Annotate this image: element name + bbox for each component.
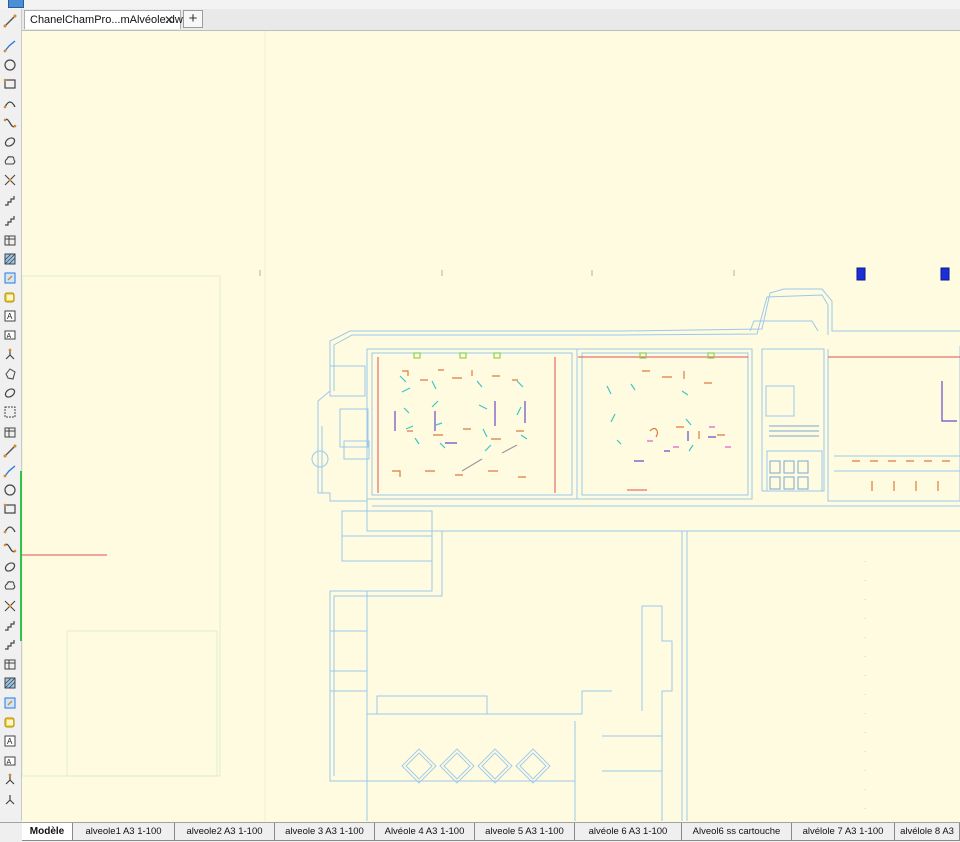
line-icon[interactable] xyxy=(3,444,17,458)
tree-icon[interactable] xyxy=(3,348,17,362)
spline-icon[interactable] xyxy=(3,116,17,130)
revision-cloud-icon[interactable] xyxy=(3,579,17,593)
mtext-icon[interactable]: A xyxy=(3,754,17,768)
text-icon[interactable]: A xyxy=(3,734,17,748)
ellipse-icon[interactable] xyxy=(3,560,17,574)
region-icon[interactable] xyxy=(3,290,17,304)
wipeout-icon[interactable] xyxy=(3,405,17,419)
region-icon[interactable] xyxy=(3,715,17,729)
rectangle-icon[interactable] xyxy=(3,77,17,91)
stair-icon[interactable] xyxy=(3,637,17,651)
document-tab[interactable]: ChanelChamPro...mAlvéole.dwg* ✕ xyxy=(24,10,193,29)
arc-icon[interactable] xyxy=(3,522,17,536)
layout-tab[interactable]: alveole1 A3 1-100 xyxy=(73,823,175,841)
text-icon[interactable]: A xyxy=(3,309,17,323)
close-icon[interactable]: ✕ xyxy=(164,13,174,27)
svg-text:A: A xyxy=(7,737,13,746)
polyline-icon[interactable] xyxy=(3,39,17,53)
polygon-icon[interactable] xyxy=(3,367,17,381)
layout-tab[interactable]: Modèle xyxy=(22,823,73,841)
layout-tab[interactable]: alveole 3 A3 1-100 xyxy=(275,823,375,841)
draw-toolbar: A A A A xyxy=(0,9,22,821)
insert-block-icon[interactable] xyxy=(3,696,17,710)
layout-tab[interactable]: alvéole 6 A3 1-100 xyxy=(575,823,682,841)
circle-icon[interactable] xyxy=(3,58,17,72)
arc-icon[interactable] xyxy=(3,97,17,111)
floor-plan-drawing xyxy=(22,31,960,822)
layout-tab-bar: Modèle alveole1 A3 1-100 alveole2 A3 1-100… xyxy=(0,822,960,842)
layout-tab[interactable]: alvélole 7 A3 1-100 xyxy=(792,823,895,841)
svg-text:A: A xyxy=(7,759,12,766)
point-icon[interactable] xyxy=(3,193,17,207)
polyline-icon[interactable] xyxy=(3,464,17,478)
layout-tab[interactable]: alveole2 A3 1-100 xyxy=(175,823,275,841)
select-icon[interactable] xyxy=(3,793,17,807)
construction-line-icon[interactable] xyxy=(3,599,17,613)
line-icon[interactable] xyxy=(3,14,17,28)
document-tab-bar: ChanelChamPro...mAlvéole.dwg* ✕ + xyxy=(22,9,960,31)
circle-icon[interactable] xyxy=(3,483,17,497)
hatch-icon[interactable] xyxy=(3,252,17,266)
construction-line-icon[interactable] xyxy=(3,173,17,187)
new-tab-button[interactable]: + xyxy=(183,10,203,28)
spline-icon[interactable] xyxy=(3,541,17,555)
layout-tab[interactable]: Alvéole 4 A3 1-100 xyxy=(375,823,475,841)
layout-tab[interactable]: alvélole 8 A3 xyxy=(895,823,960,841)
table-icon[interactable] xyxy=(3,233,17,247)
hatch-icon[interactable] xyxy=(3,676,17,690)
mtext-icon[interactable]: A xyxy=(3,328,17,342)
layout-tab[interactable]: Alveol6 ss cartouche xyxy=(682,823,792,841)
revision-cloud-icon[interactable] xyxy=(3,154,17,168)
svg-text:A: A xyxy=(7,312,13,321)
drawing-canvas[interactable] xyxy=(22,31,960,822)
autocad-app-icon[interactable] xyxy=(8,0,24,8)
stair-icon[interactable] xyxy=(3,213,17,227)
insert-block-icon[interactable] xyxy=(3,271,17,285)
table-icon[interactable] xyxy=(3,425,17,439)
rectangle-icon[interactable] xyxy=(3,502,17,516)
layout-tab[interactable]: alveole 5 A3 1-100 xyxy=(475,823,575,841)
tree-icon[interactable] xyxy=(3,773,17,787)
point-icon[interactable] xyxy=(3,618,17,632)
svg-text:A: A xyxy=(7,333,12,340)
ellipse-icon[interactable] xyxy=(3,386,17,400)
ellipse-icon[interactable] xyxy=(3,135,17,149)
table-icon[interactable] xyxy=(3,657,17,671)
